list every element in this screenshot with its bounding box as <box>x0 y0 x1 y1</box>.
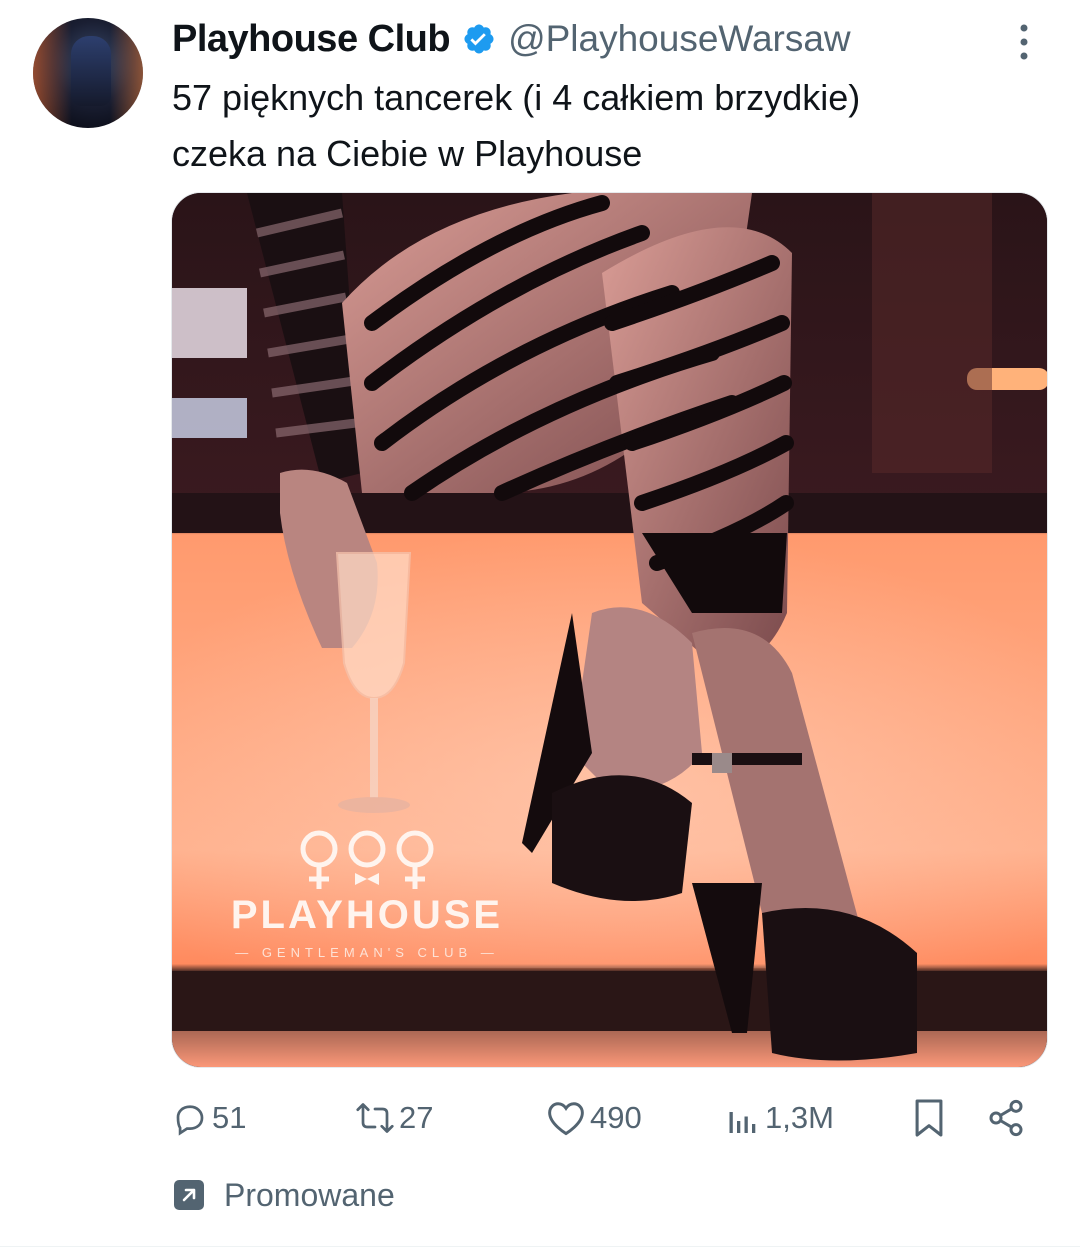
tweet-actions: 51 27 490 1,3M <box>172 1090 1042 1146</box>
views-count: 1,3M <box>765 1100 834 1135</box>
tweet-text-line-1: 57 pięknych tancerek (i 4 całkiem brzydk… <box>172 77 861 118</box>
like-button[interactable]: 490 <box>546 1090 642 1146</box>
author-handle[interactable]: @PlayhouseWarsaw <box>508 18 851 60</box>
avatar[interactable] <box>33 18 143 128</box>
tweet-text-line-2: czeka na Ciebie w Playhouse <box>172 133 643 174</box>
more-options-icon[interactable] <box>1012 20 1036 64</box>
tweet-divider <box>0 1246 1080 1247</box>
media-logo-subtitle: — GENTLEMAN'S CLUB — <box>235 945 499 960</box>
tweet-header: Playhouse Club @PlayhouseWarsaw <box>172 14 851 64</box>
reply-icon <box>176 1105 204 1136</box>
avatar-figure <box>71 36 111 106</box>
tweet-media-image[interactable]: PLAYHOUSE — GENTLEMAN'S CLUB — <box>171 192 1048 1068</box>
tweet-text: 57 pięknych tancerek (i 4 całkiem brzydk… <box>172 70 1032 182</box>
reply-count: 51 <box>212 1100 247 1135</box>
reply-button[interactable]: 51 <box>172 1090 246 1146</box>
bookmark-icon <box>915 1099 943 1137</box>
promoted-label: Promowane <box>174 1170 395 1220</box>
retweet-count: 27 <box>399 1100 434 1135</box>
author-name[interactable]: Playhouse Club <box>172 18 451 61</box>
bookmark-button[interactable] <box>912 1090 946 1146</box>
share-button[interactable] <box>986 1090 1026 1146</box>
promoted-text: Promowane <box>224 1176 395 1213</box>
heart-icon <box>548 1102 584 1136</box>
female-symbols-bowtie-icon <box>300 830 434 889</box>
retweet-button[interactable]: 27 <box>355 1090 433 1146</box>
promoted-arrow-icon <box>174 1180 204 1210</box>
views-button[interactable]: 1,3M <box>725 1090 834 1146</box>
retweet-icon <box>356 1103 394 1133</box>
media-logo-name: PLAYHOUSE <box>230 893 504 937</box>
share-icon <box>989 1099 1023 1137</box>
views-chart-icon <box>729 1112 756 1133</box>
verified-badge-icon[interactable] <box>462 22 496 56</box>
like-count: 490 <box>590 1100 642 1135</box>
